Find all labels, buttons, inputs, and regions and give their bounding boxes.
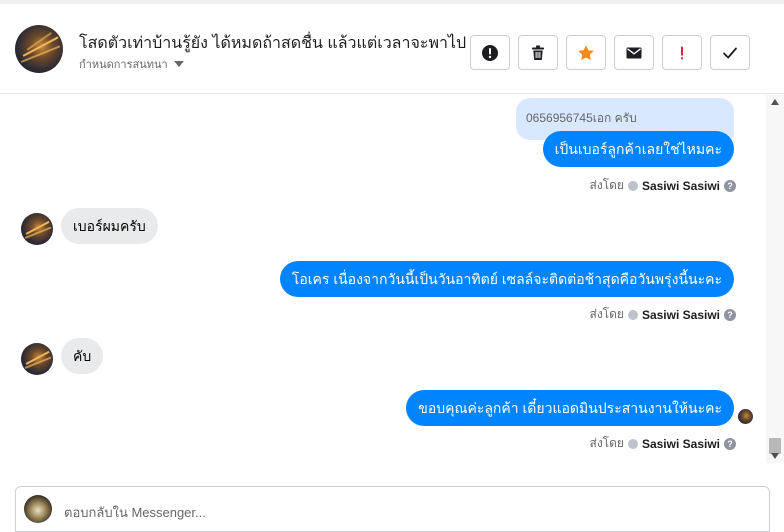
- read-receipt-avatar: [738, 409, 753, 424]
- message-thread: 0656956745เอก ครับ เป็นเบอร์ลูกค้าเลยใช่…: [0, 95, 766, 463]
- page-avatar: [24, 495, 52, 523]
- contact-avatar-small[interactable]: [21, 213, 53, 245]
- conversation-label-text: กำหนดการสนทนา: [79, 59, 168, 71]
- incoming-message[interactable]: คับ: [61, 338, 104, 374]
- scrollbar-thumb[interactable]: [769, 438, 781, 454]
- incoming-message[interactable]: เบอร์ผมครับ: [61, 208, 158, 244]
- scroll-up-arrow-icon[interactable]: [771, 99, 779, 105]
- sent-by-label: ส่งโดย: [589, 307, 624, 321]
- help-icon[interactable]: ?: [724, 437, 736, 450]
- outgoing-message[interactable]: โอเคร เนื่องจากวันนี้เป็นวันอาทิตย์ เซลล…: [279, 261, 734, 297]
- sent-by-info: ส่งโดย Sasiwi Sasiwi ?: [589, 434, 736, 453]
- envelope-icon: [626, 47, 642, 58]
- star-icon: [578, 44, 594, 60]
- exclamation-circle-icon: [482, 44, 498, 61]
- sent-by-label: ส่งโดย: [589, 178, 624, 192]
- star-button[interactable]: [566, 35, 606, 70]
- mark-done-button[interactable]: [710, 35, 750, 70]
- contact-avatar[interactable]: [15, 25, 63, 73]
- help-icon[interactable]: ?: [724, 308, 736, 321]
- sender-name: Sasiwi Sasiwi: [641, 178, 720, 193]
- reply-composer[interactable]: ตอบกลับใน Messenger...: [15, 486, 770, 532]
- follow-up-button[interactable]: [662, 35, 702, 70]
- contact-avatar-small[interactable]: [21, 343, 53, 375]
- delete-button[interactable]: [518, 35, 558, 70]
- caret-down-icon: [173, 61, 184, 67]
- conversation-label-dropdown[interactable]: กำหนดการสนทนา: [79, 55, 184, 73]
- thread-scrollbar[interactable]: [766, 95, 784, 463]
- sent-by-info: ส่งโดย Sasiwi Sasiwi ?: [589, 176, 736, 195]
- exclamation-icon: [681, 46, 683, 59]
- sender-name: Sasiwi Sasiwi: [641, 307, 720, 322]
- conversation-header: โสดตัวเท่าบ้านรู้ยัง ได้หมดถ้าสดชื่น แล้…: [0, 0, 784, 94]
- help-icon[interactable]: ?: [724, 179, 736, 192]
- scroll-down-arrow-icon[interactable]: [771, 453, 779, 459]
- sent-by-label: ส่งโดย: [589, 436, 624, 450]
- trash-icon: [532, 45, 544, 60]
- check-icon: [723, 47, 737, 58]
- sent-check-icon: [627, 438, 638, 449]
- mark-spam-button[interactable]: [470, 35, 510, 70]
- sent-by-info: ส่งโดย Sasiwi Sasiwi ?: [589, 305, 736, 324]
- sender-name: Sasiwi Sasiwi: [641, 436, 720, 451]
- reply-input[interactable]: ตอบกลับใน Messenger...: [64, 502, 206, 523]
- sent-check-icon: [627, 180, 638, 191]
- conversation-title: โสดตัวเท่าบ้านรู้ยัง ได้หมดถ้าสดชื่น แล้…: [79, 35, 467, 52]
- conversation-actions: [470, 35, 750, 70]
- outgoing-message[interactable]: เป็นเบอร์ลูกค้าเลยใช่ไหมคะ: [542, 131, 734, 167]
- sent-check-icon: [627, 309, 638, 320]
- outgoing-message[interactable]: ขอบคุณค่ะลูกค้า เดี๋ยวแอดมินประสานงานให้…: [406, 390, 734, 426]
- mark-unread-button[interactable]: [614, 35, 654, 70]
